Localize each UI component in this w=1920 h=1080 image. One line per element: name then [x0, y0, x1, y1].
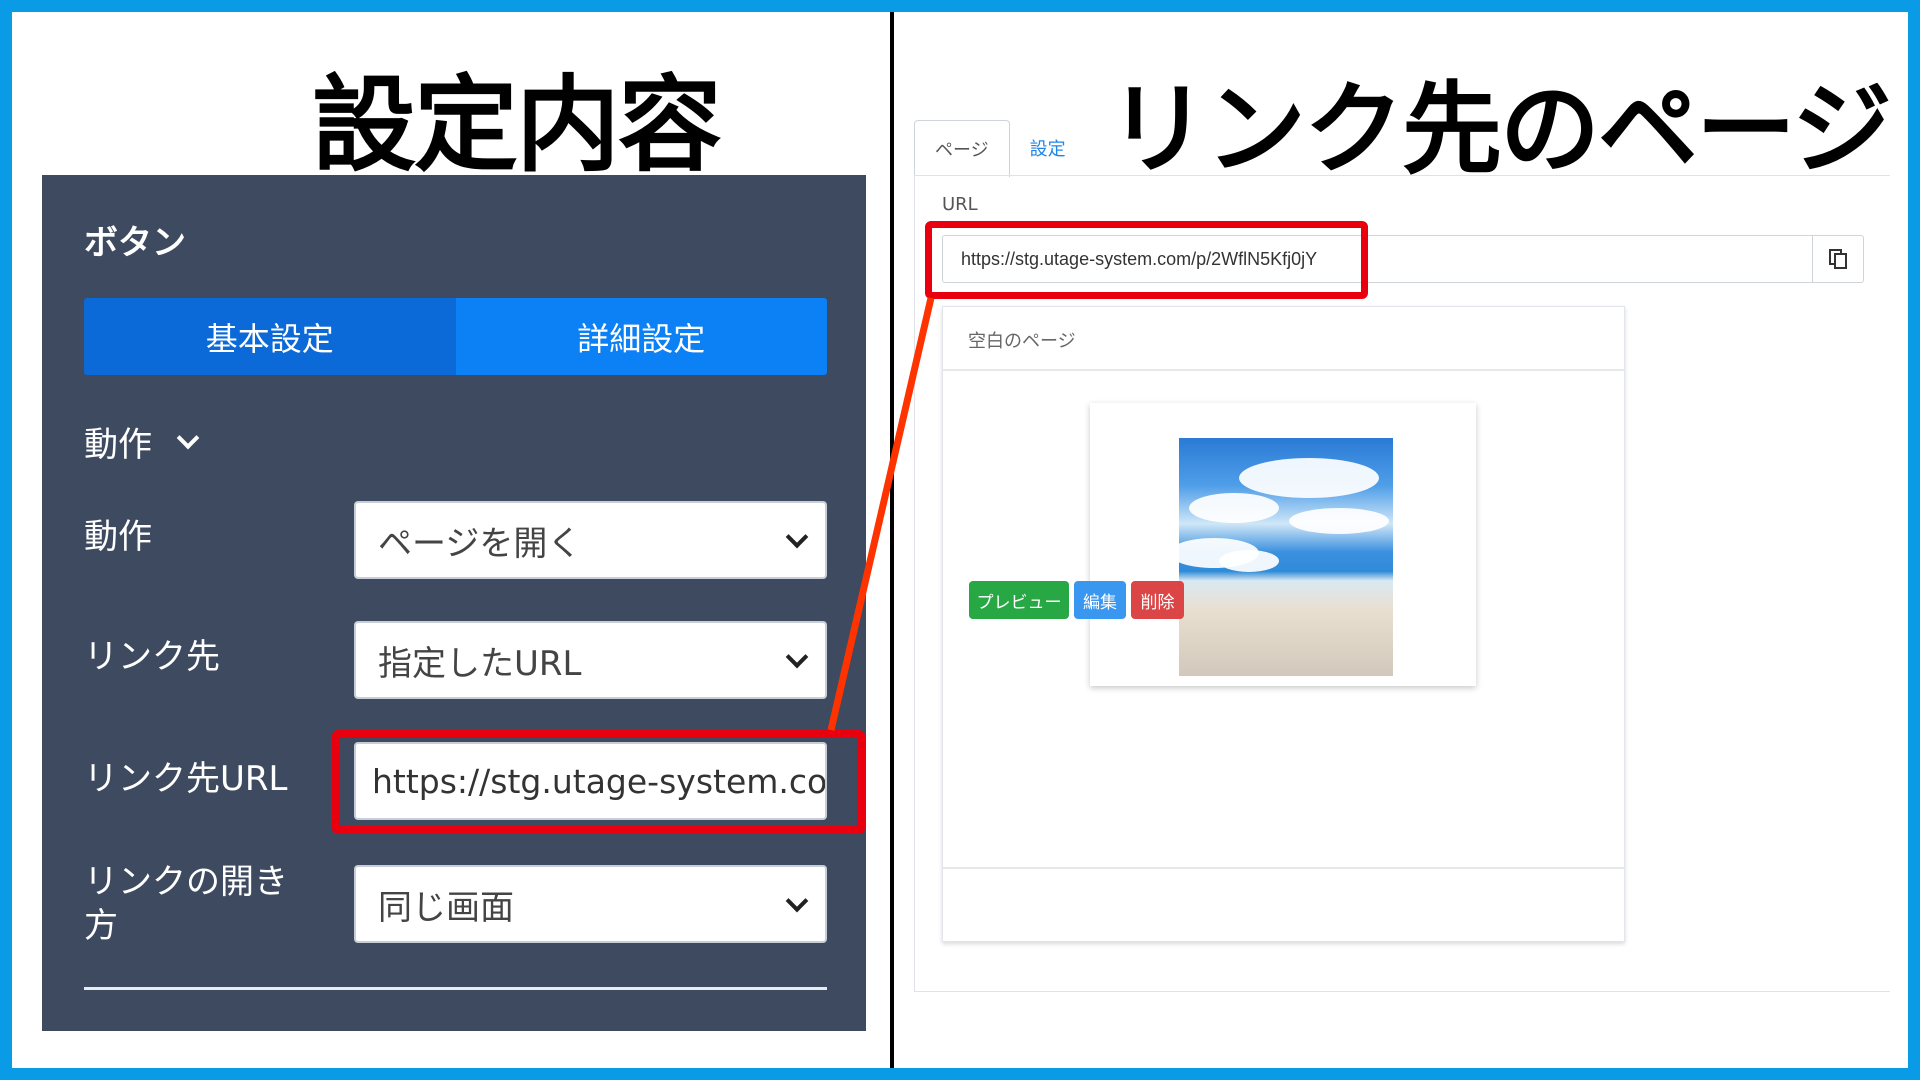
edit-button[interactable]: 編集 — [1074, 581, 1126, 619]
chevron-down-icon — [785, 525, 809, 549]
panel-divider — [84, 987, 827, 990]
section-title: 動作 — [84, 425, 152, 465]
action-select[interactable]: ページを開く — [354, 501, 827, 579]
right-title: リンク先のページ — [1108, 71, 1892, 188]
chevron-down-icon — [785, 889, 809, 913]
beach-photo — [1179, 438, 1393, 676]
button-settings-panel: ボタン 基本設定 詳細設定 動作 動作 ページを開く リンク先 指定したURL … — [42, 175, 866, 1031]
preview-button[interactable]: プレビュー — [969, 581, 1069, 619]
link-target-select[interactable]: 指定したURL — [354, 621, 827, 699]
panel-heading: ボタン — [84, 223, 186, 263]
delete-button[interactable]: 削除 — [1131, 581, 1184, 619]
copy-icon — [1829, 249, 1847, 269]
open-method-select[interactable]: 同じ画面 — [354, 865, 827, 943]
action-label: 動作 — [84, 517, 152, 557]
highlight-box-url-input — [332, 730, 865, 834]
center-divider — [890, 12, 894, 1068]
url-label: URL — [942, 194, 978, 215]
page-tabs: ページ 設定 — [914, 120, 1086, 177]
link-url-label: リンク先URL — [84, 759, 288, 799]
settings-tabs: 基本設定 詳細設定 — [84, 298, 827, 375]
copy-url-button[interactable] — [1812, 235, 1864, 283]
page-card-footer — [943, 867, 1624, 943]
open-method-label-line1: リンクの開き — [84, 862, 288, 902]
action-select-value: ページを開く — [378, 523, 582, 564]
page-card-title: 空白のページ — [943, 307, 1624, 371]
open-method-select-value: 同じ画面 — [378, 887, 514, 928]
tab-basic-settings[interactable]: 基本設定 — [84, 298, 456, 375]
highlight-box-page-url — [925, 221, 1368, 299]
tab-page[interactable]: ページ — [914, 120, 1010, 177]
link-target-select-value: 指定したURL — [378, 643, 582, 684]
chevron-down-icon — [176, 426, 200, 449]
tab-settings[interactable]: 設定 — [1010, 120, 1086, 176]
page-card: 空白のページ — [942, 306, 1625, 942]
action-section-toggle[interactable]: 動作 — [84, 417, 200, 466]
left-title: 設定内容 — [312, 64, 722, 186]
open-method-label-line2: 方 — [84, 906, 118, 946]
open-method-label: リンクの開き 方 — [84, 860, 288, 948]
tab-detail-settings[interactable]: 詳細設定 — [455, 298, 827, 375]
chevron-down-icon — [785, 645, 809, 669]
page-thumbnail[interactable] — [1090, 403, 1476, 686]
link-target-label: リンク先 — [84, 637, 220, 677]
